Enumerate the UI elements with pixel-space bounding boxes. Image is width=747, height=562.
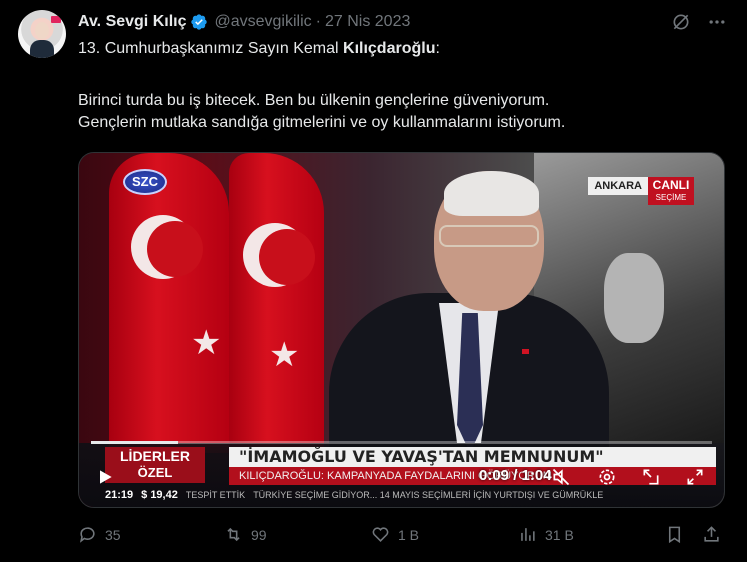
repost-button[interactable]: 99 [224, 525, 267, 544]
tweet-text-line3: Gençlerin mutlaka sandığa gitmelerini ve… [78, 114, 566, 131]
live-sub: SEÇİME [655, 193, 687, 202]
repost-icon [227, 527, 240, 542]
tweet-date[interactable]: 27 Nis 2023 [325, 13, 410, 31]
tweet-text-highlight: Kılıçdaroğlu [343, 40, 436, 57]
headline-bar: "İMAMOĞLU VE YAVAŞ'TAN MEMNUNUM" [229, 447, 716, 467]
speaker-hair [444, 171, 539, 216]
pip-icon[interactable] [641, 467, 661, 487]
ticker-time: 21:19 [105, 489, 134, 501]
tweet-text-suffix: : [435, 40, 440, 57]
like-button[interactable]: 1 B [371, 525, 419, 544]
ticker-text1: TESPİT ETTİK [185, 490, 246, 500]
author-name[interactable]: Av. Sevgi Kılıç [78, 13, 186, 31]
more-options-icon[interactable] [707, 12, 727, 32]
settings-icon[interactable] [597, 467, 617, 487]
video-progress-fill [91, 441, 178, 444]
verified-badge-icon [191, 14, 208, 30]
reply-count: 35 [105, 526, 121, 543]
tweet-text-paragraph: Birinci turda bu iş bitecek. Ben bu ülke… [78, 90, 728, 134]
share-button[interactable] [702, 525, 721, 544]
ticker-currency: $ 19,42 [141, 489, 178, 501]
views-chart-icon [521, 528, 535, 541]
heart-icon [372, 527, 389, 542]
live-badge: CANLI SEÇİME [648, 177, 694, 205]
flag-right: ★ [229, 153, 324, 453]
author-handle[interactable]: @avsevgikilic [214, 13, 311, 31]
reply-button[interactable]: 35 [78, 525, 121, 544]
views-count: 31 B [545, 526, 574, 543]
tweet-actions: 35 99 1 B 31 B [78, 525, 727, 549]
repost-count: 99 [251, 526, 267, 543]
video-controls: 0:09 / 1:04 [79, 465, 724, 489]
bookmark-icon [668, 526, 681, 544]
avatar[interactable] [18, 10, 66, 58]
fullscreen-icon[interactable] [685, 467, 705, 487]
share-icon [704, 526, 719, 542]
lapel-pin [522, 349, 529, 354]
bookmark-button[interactable] [665, 525, 684, 544]
like-count: 1 B [398, 526, 420, 543]
news-ticker: 21:19 $ 19,42 TESPİT ETTİK TÜRKİYE SEÇİM… [105, 487, 716, 503]
tweet-top-icons [671, 12, 727, 32]
location-tag: ANKARA [588, 177, 648, 195]
live-label: CANLI [652, 178, 690, 192]
channel-logo: SZC [123, 169, 167, 195]
ticker-text2: TÜRKİYE SEÇİME GİDİYOR... 14 MAYIS SEÇİM… [253, 490, 604, 500]
program-line1: LİDERLER [120, 448, 190, 464]
video-progress-bar[interactable] [91, 441, 712, 444]
views-button[interactable]: 31 B [518, 525, 574, 544]
tweet-text-line1: 13. Cumhurbaşkanımız Sayın Kemal Kılıçda… [78, 38, 728, 60]
tweet-text-prefix: 13. Cumhurbaşkanımız Sayın Kemal [78, 40, 344, 57]
video-timecode: 0:09 / 1:04 [479, 467, 552, 484]
mute-icon[interactable] [551, 467, 571, 487]
play-icon[interactable] [95, 467, 115, 487]
flag-left: ★ [109, 153, 229, 453]
grok-icon[interactable] [671, 12, 691, 32]
separator-dot: · [315, 13, 321, 30]
video-player[interactable]: ★ ★ SZC ANKARA CANLI SEÇİME LİDERLER ÖZE… [78, 152, 725, 508]
speaker-glasses [439, 225, 539, 247]
reply-icon [79, 527, 95, 543]
tweet-header: Av. Sevgi Kılıç @avsevgikilic · 27 Nis 2… [78, 12, 410, 32]
tweet-text-line2: Birinci turda bu iş bitecek. Ben bu ülke… [78, 92, 550, 109]
